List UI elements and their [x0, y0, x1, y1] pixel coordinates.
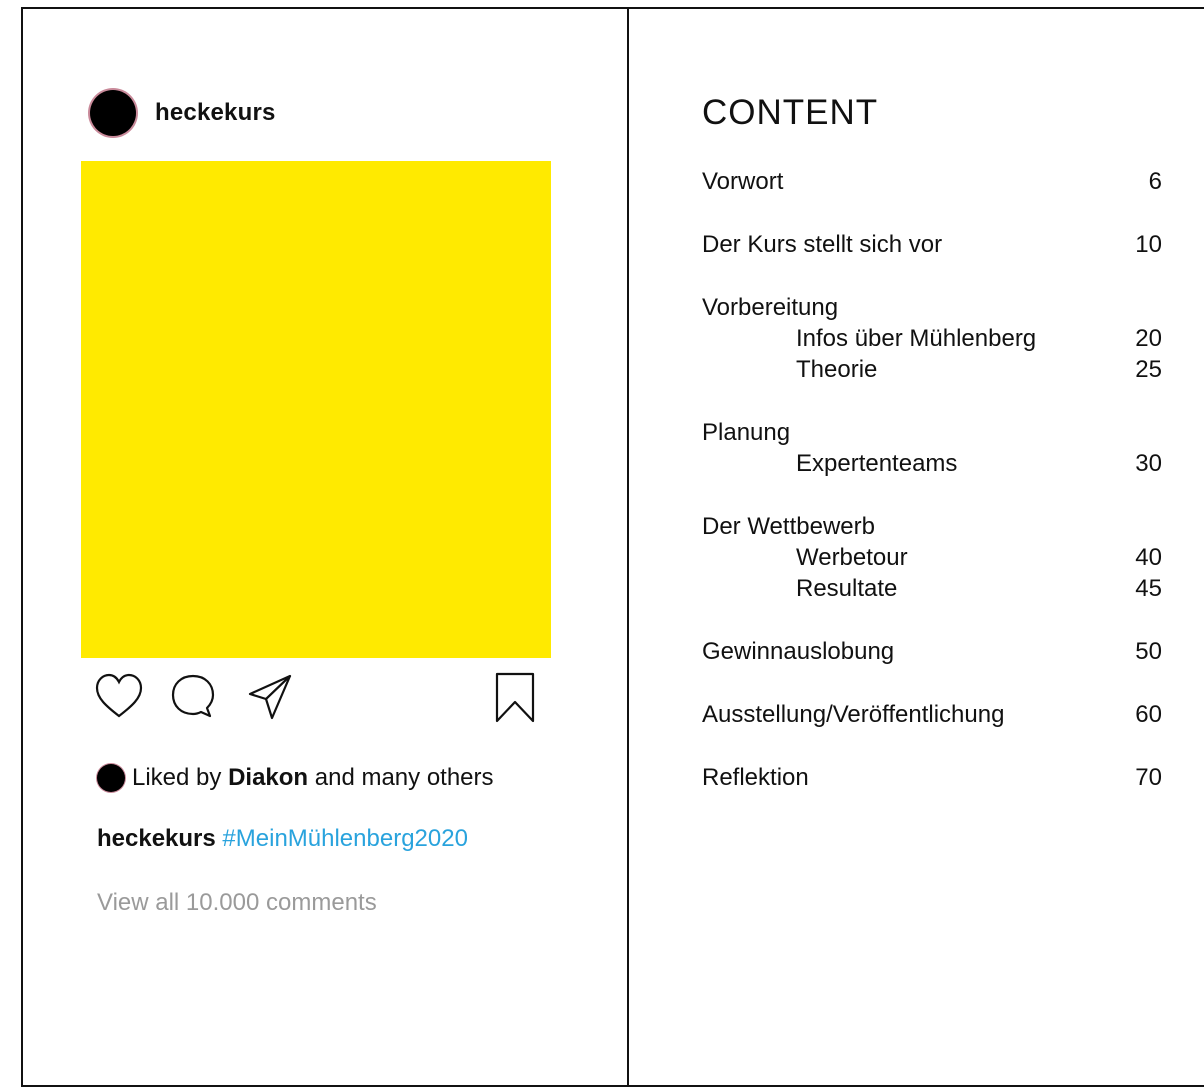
toc-section: Der Wettbewerb	[702, 511, 1162, 542]
toc-page: 20	[1135, 325, 1162, 352]
toc-section: Vorbereitung	[702, 292, 1162, 323]
view-comments-link[interactable]: View all 10.000 comments	[97, 889, 377, 917]
toc-page: 70	[1135, 764, 1162, 791]
toc-subentry: Theorie 25	[796, 354, 1162, 385]
toc-label: Der Kurs stellt sich vor	[702, 231, 943, 258]
toc-page: 60	[1135, 701, 1162, 728]
toc-entry: Gewinnauslobung 50	[702, 636, 1162, 667]
toc-label: Vorwort	[702, 168, 784, 195]
caption-username[interactable]: heckekurs	[97, 825, 216, 852]
toc-page: 45	[1135, 575, 1162, 602]
toc-label: Vorbereitung	[702, 294, 839, 321]
toc-label: Theorie	[796, 356, 878, 383]
comment-icon[interactable]	[170, 672, 216, 722]
toc-subentry: Resultate 45	[796, 573, 1162, 604]
toc-label: Infos über Mühlenberg	[796, 325, 1037, 352]
post-header: heckekurs	[90, 90, 276, 136]
bookmark-icon[interactable]	[494, 672, 536, 724]
post-actions	[94, 672, 536, 728]
toc-entry: Der Kurs stellt sich vor 10	[702, 229, 1162, 260]
toc-label: Planung	[702, 419, 791, 446]
likes-line: Liked by Diakon and many others	[97, 764, 494, 792]
toc-title: CONTENT	[702, 93, 879, 132]
toc-subentry: Infos über Mühlenberg 20	[796, 323, 1162, 354]
post-caption: heckekurs #MeinMühlenberg2020	[97, 825, 468, 853]
toc-label: Ausstellung/Veröffentlichung	[702, 701, 1005, 728]
post-username[interactable]: heckekurs	[155, 99, 276, 127]
toc-page: 30	[1135, 450, 1162, 477]
toc-page: 40	[1135, 544, 1162, 571]
toc-section: Planung	[702, 417, 1162, 448]
toc-entry: Ausstellung/Veröffentlichung 60	[702, 699, 1162, 730]
toc-page: 25	[1135, 356, 1162, 383]
toc-page: 50	[1135, 638, 1162, 665]
toc-label: Reflektion	[702, 764, 809, 791]
toc-subentry: Expertenteams 30	[796, 448, 1162, 479]
toc-entry: Vorwort 6	[702, 166, 1162, 197]
toc-label: Der Wettbewerb	[702, 513, 875, 540]
page-divider	[627, 7, 629, 1087]
caption-hashtag[interactable]: #MeinMühlenberg2020	[222, 825, 468, 852]
toc-page: 10	[1135, 231, 1162, 258]
heart-icon[interactable]	[94, 672, 144, 722]
avatar[interactable]	[90, 90, 136, 136]
toc-label: Resultate	[796, 575, 898, 602]
likes-user[interactable]: Diakon	[228, 764, 308, 792]
toc-label: Gewinnauslobung	[702, 638, 895, 665]
share-icon[interactable]	[246, 672, 294, 722]
post-image	[81, 161, 551, 658]
likes-suffix: and many others	[314, 764, 494, 791]
likes-prefix: Liked by	[132, 764, 222, 791]
liker-avatar[interactable]	[97, 764, 125, 792]
toc-label: Expertenteams	[796, 450, 958, 477]
toc-label: Werbetour	[796, 544, 908, 571]
toc-subentry: Werbetour 40	[796, 542, 1162, 573]
toc-page: 6	[1148, 168, 1162, 195]
toc-entry: Reflektion 70	[702, 762, 1162, 793]
